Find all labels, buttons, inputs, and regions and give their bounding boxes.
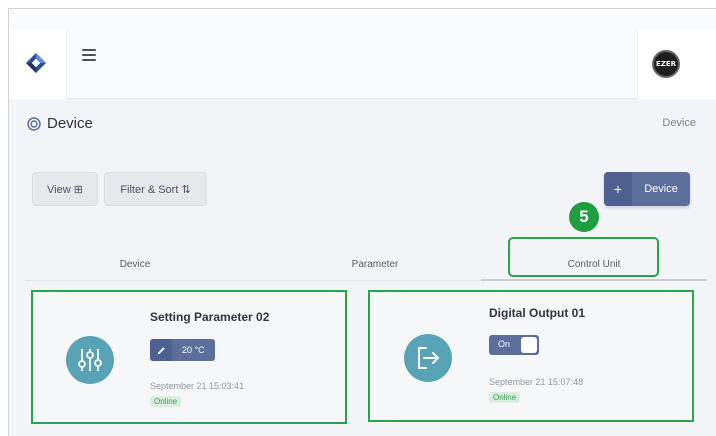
tab-control-unit[interactable]: Control Unit [481,257,707,281]
page-title: Device [27,115,93,132]
device-card-digital-output[interactable]: Digital Output 01 On September 21 15:07:… [368,290,694,422]
tab-bar: Device Parameter Control Unit [25,257,707,281]
output-arrow-icon [404,334,452,382]
card-timestamp: September 21 15:07:48 [489,377,584,387]
filter-sort-button[interactable]: Filter & Sort ⇅ [104,172,207,206]
device-card-setting-parameter[interactable]: Setting Parameter 02 20 °C September 21 … [31,290,347,424]
hamburger-menu-icon[interactable] [82,49,96,61]
breadcrumb[interactable]: Device [662,117,696,129]
add-device-button[interactable]: + Device [604,172,690,206]
step-badge: 5 [569,202,599,232]
page-title-text: Device [47,115,93,132]
diamond-logo-icon[interactable] [25,52,47,74]
top-bar: EZER [9,9,716,99]
tab-device[interactable]: Device [55,257,215,281]
toggle-knob [521,337,537,353]
card-title: Setting Parameter 02 [150,310,270,324]
tab-parameter[interactable]: Parameter [295,257,455,281]
toggle-label: On [498,339,511,349]
app-frame: EZER Device Device View ⊞ Filter & Sort … [8,8,716,436]
parameter-value: 20 °C [182,345,205,355]
logo-area [9,29,67,99]
status-badge: Online [489,392,521,403]
avatar-area: EZER [637,29,716,99]
pencil-icon [150,339,172,361]
output-toggle[interactable]: On [489,335,539,355]
status-badge: Online [150,396,182,407]
sliders-icon [66,336,114,384]
chip-icon [27,116,41,131]
parameter-value-button[interactable]: 20 °C [150,339,215,361]
add-device-label: Device [644,183,678,195]
avatar[interactable]: EZER [652,50,680,78]
view-button[interactable]: View ⊞ [32,172,98,206]
card-timestamp: September 21 15:03:41 [150,381,245,391]
card-title: Digital Output 01 [489,306,585,320]
plus-icon: + [604,172,632,206]
